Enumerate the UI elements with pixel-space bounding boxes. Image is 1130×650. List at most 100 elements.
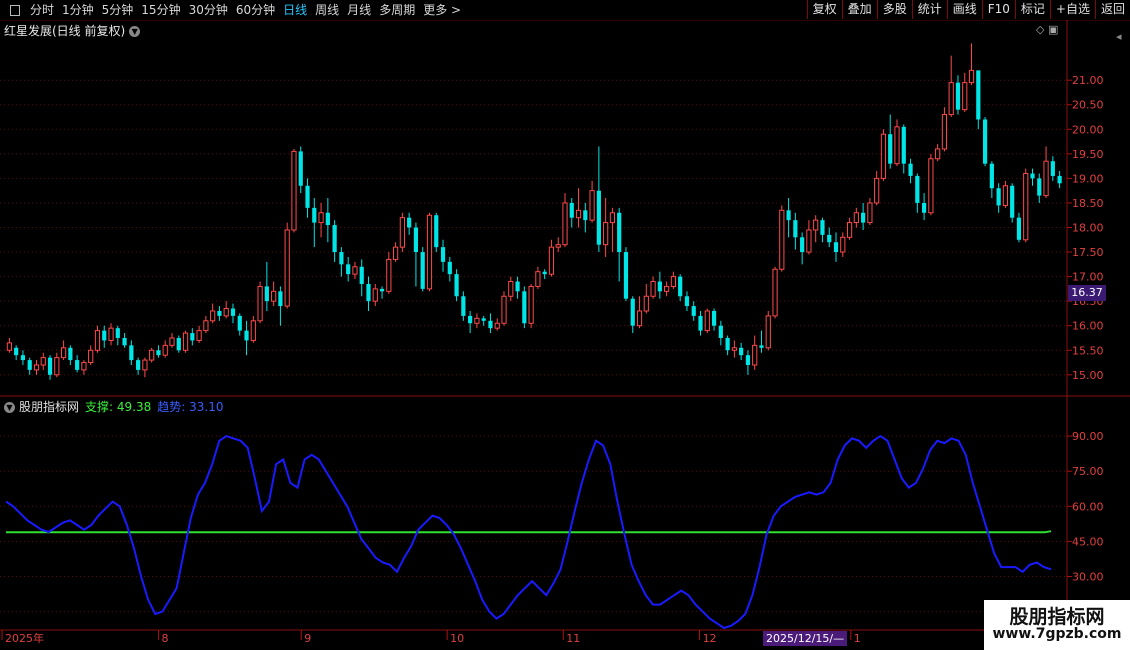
date-tick-label: 9 [304,632,311,645]
stock-title[interactable]: 红星发展(日线 前复权) ▼ [4,22,141,39]
candle-body-down [976,70,981,120]
candle-body-down [434,215,439,248]
date-tick-label: 11 [566,632,580,645]
candle-body-up [664,285,670,292]
candle-body-down [989,163,994,189]
trend-value: 33.10 [189,400,224,414]
kline-chart[interactable]: 21.00 20.50 20.00 19.50 19.00 18.50 18.00 17.50… [0,0,1130,650]
support-label: 支撑: [85,400,114,414]
candle-body-down [339,252,344,265]
candle-body-down [305,185,310,208]
date-tick-label: 8 [162,632,169,645]
candle-body-up [291,150,297,231]
candle-body-down [657,281,662,292]
candle-body-down [888,134,893,164]
candle-body-down [698,315,703,331]
window-icon[interactable]: ▣ [1048,23,1058,36]
candle-body-down [230,308,236,316]
price-tick-label: 19.00 [1072,172,1104,185]
candle-body-up [650,281,656,297]
indicator-tick-label: 90.00 [1072,430,1104,443]
candle-body-down [725,337,730,351]
candle-body-up [399,217,405,248]
candle-body-up [142,359,148,371]
candle-body-up [81,362,87,371]
candle-body-down [759,345,764,348]
candle-body-down [739,347,744,356]
candle-body-down [379,288,385,292]
candle-body-up [250,320,256,341]
candle-body-down [623,252,629,299]
side-panel-label: ◂ [1116,30,1122,43]
watermark-url: www.7gpzb.com [992,626,1122,642]
date-tick-label: 1 [854,632,861,645]
candle-body-up [779,209,785,270]
candle-body-down [827,234,832,243]
candle-body-up [257,285,263,322]
stock-title-text: 红星发展(日线 前复权) [4,24,126,38]
candle-body-up [535,271,541,287]
candle-body-down [915,175,920,203]
candle-body-up [318,212,324,224]
chart-corner-icons: ◇ ▣ [1036,23,1058,36]
candle-body-down [481,318,486,321]
candle-body-up [562,202,568,246]
candle-body-down [244,330,249,341]
trend-readout: 趋势: 33.10 [157,400,223,414]
candle-body-up [968,69,975,84]
candle-body-up [670,276,677,287]
candle-body-down [75,360,80,370]
candle-body-up [928,158,934,214]
date-axis: 2025年 8 9 10 11 12 1 [1,630,861,645]
candle-body-down [190,333,195,341]
candle-body-up [731,347,737,351]
candle-body-down [833,242,839,253]
candle-body-down [745,355,751,365]
candle-body-down [861,212,866,223]
candle-body-down [312,207,317,223]
candle-body-down [359,266,364,284]
date-tick-label: 2025年 [5,631,44,645]
candle-body-up [867,202,873,224]
price-tick-label: 21.00 [1072,74,1104,87]
price-tick-label: 19.50 [1072,148,1104,161]
candle-body-up [494,322,500,329]
candle-body-down [278,291,283,307]
candle-body-up [704,310,710,332]
candle-body-up [372,288,378,302]
candle-body-up [1002,185,1009,206]
indicator-title[interactable]: ▼ 股朋指标网 支撑: 49.38 趋势: 33.10 [4,398,223,415]
candle-body-up [501,295,507,324]
price-tick-label: 16.00 [1072,320,1104,333]
support-readout: 支撑: 49.38 [85,400,151,414]
diamond-icon[interactable]: ◇ [1036,23,1044,36]
candle-body-down [955,82,961,110]
candle-body-down [447,261,452,275]
date-tick-label: 10 [450,632,464,645]
candle-body-up [271,290,277,302]
candle-body-down [156,350,161,356]
candle-body-down [786,210,791,221]
candle-body-down [102,330,107,341]
candle-body-down [678,276,683,297]
price-tick-label: 18.00 [1072,222,1104,235]
candle-body-down [325,212,330,226]
candle-body-down [569,202,574,218]
price-tick-label: 17.50 [1072,246,1104,259]
candle-body-down [515,281,520,292]
chevron-down-icon[interactable]: ▼ [129,26,141,37]
candle-body-up [840,236,846,253]
candlestick-series [6,43,1062,380]
date-tick-label: 12 [703,632,717,645]
candle-body-up [60,347,67,359]
candle-body-up [1043,160,1049,197]
candle-body-down [440,247,446,262]
candle-body-up [528,285,534,324]
candle-body-down [1050,161,1055,176]
chevron-down-icon[interactable]: ▼ [4,402,15,413]
current-price-tag: 16.37 [1068,285,1106,301]
candle-body-up [392,246,399,260]
candle-body-up [210,310,216,322]
support-line [6,530,1052,534]
price-tick-label: 15.00 [1072,369,1104,382]
